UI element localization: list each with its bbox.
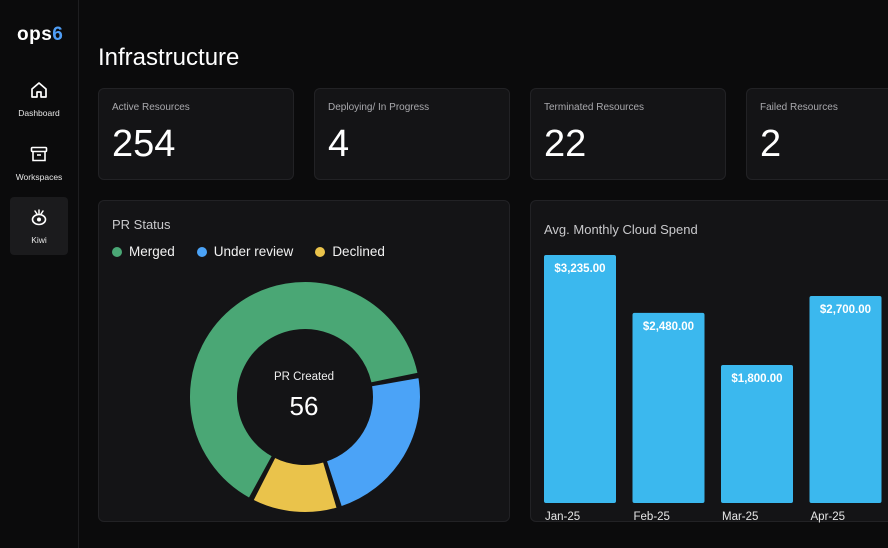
pr-status-legend: Merged Under review Declined xyxy=(112,244,385,259)
bar-mar-25[interactable] xyxy=(721,365,793,503)
x-tick-label: Apr-25 xyxy=(811,511,846,523)
bar-feb-25[interactable] xyxy=(632,312,705,503)
bar-jan-25[interactable] xyxy=(544,255,616,503)
donut-center-label: PR Created xyxy=(273,371,335,383)
cloud-spend-panel: Avg. Monthly Cloud Spend $3,235.00 Jan-25… xyxy=(530,200,888,523)
bar-apr-25[interactable] xyxy=(809,296,882,503)
legend-item-merged[interactable]: Merged xyxy=(112,244,175,259)
stat-value: 4 xyxy=(328,123,350,165)
cloud-spend-bar-chart: $3,235.00 Jan-25 $2,480.00 Feb-25 $1,800.00 M… xyxy=(544,255,882,523)
sidebar: ops6 Dashboard Workspaces Kiwi xyxy=(0,0,79,548)
stat-card-terminated-resources[interactable]: Terminated Resources 22 xyxy=(530,88,726,180)
stat-card-failed-resources[interactable]: Failed Resources 2 xyxy=(746,88,888,180)
sidebar-item-kiwi[interactable]: Kiwi xyxy=(10,197,68,255)
bar-value-label: $1,800.00 xyxy=(731,373,782,385)
home-icon xyxy=(31,82,47,98)
stat-card-deploying[interactable]: Deploying/ In Progress 4 xyxy=(314,88,510,180)
legend-dot xyxy=(196,246,207,257)
archive-icon xyxy=(30,146,48,162)
sidebar-item-workspaces[interactable]: Workspaces xyxy=(10,134,68,192)
sidebar-item-label: Workspaces xyxy=(15,172,63,182)
kiwi-icon xyxy=(31,209,47,226)
x-tick-label: Mar-25 xyxy=(722,511,758,523)
legend-dot xyxy=(112,246,122,257)
stat-card-active-resources[interactable]: Active Resources 254 xyxy=(98,88,294,180)
stat-label: Terminated Resources xyxy=(544,102,645,113)
legend-item-declined[interactable]: Declined xyxy=(315,244,385,259)
legend-item-under-review[interactable]: Under review xyxy=(196,244,294,259)
stat-value: 254 xyxy=(112,123,176,165)
donut-center-value: 56 xyxy=(289,391,319,421)
page-title: Infrastructure xyxy=(98,44,240,71)
stat-label: Failed Resources xyxy=(760,102,838,113)
x-tick-label: Jan-25 xyxy=(545,511,580,523)
bar-value-label: $3,235.00 xyxy=(554,263,605,275)
stat-value: 22 xyxy=(544,123,587,165)
stat-label: Deploying/ In Progress xyxy=(328,102,430,113)
sidebar-item-label: Kiwi xyxy=(31,235,47,245)
bar-value-label: $2,480.00 xyxy=(643,321,694,333)
sidebar-item-label: Dashboard xyxy=(18,108,60,118)
legend-label: Under review xyxy=(213,244,294,259)
stat-label: Active Resources xyxy=(112,102,190,113)
pr-status-panel: PR Status Merged Under review Declined P… xyxy=(98,200,510,522)
sidebar-item-dashboard[interactable]: Dashboard xyxy=(10,70,68,128)
panel-title: PR Status xyxy=(112,217,171,232)
stat-value: 2 xyxy=(760,123,782,165)
legend-dot xyxy=(315,246,326,257)
legend-label: Merged xyxy=(129,244,175,259)
x-tick-label: Feb-25 xyxy=(634,511,670,523)
app-logo[interactable]: ops6 xyxy=(17,24,63,46)
legend-label: Declined xyxy=(332,244,385,259)
bar-value-label: $2,700.00 xyxy=(820,304,871,316)
